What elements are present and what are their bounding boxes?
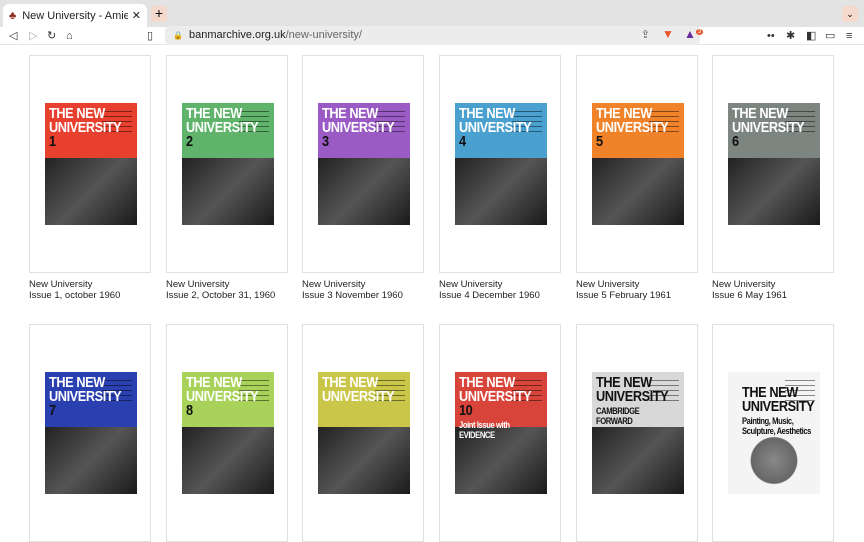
issue-cover-image[interactable]: THE NEW UNIVERSITY 5 bbox=[592, 103, 684, 225]
issue-name: New University bbox=[712, 279, 776, 290]
tab-list-chevron-icon[interactable]: ⌄ bbox=[842, 6, 858, 22]
tab-title: New University - Amiel Melburn bbox=[22, 9, 128, 22]
sidebar-icon[interactable]: ◧ bbox=[806, 28, 816, 44]
issue-cover-image[interactable]: THE NEW UNIVERSITY 1 bbox=[45, 103, 137, 225]
issue-date: Issue 2, October 31, 1960 bbox=[166, 290, 276, 301]
issue-card[interactable]: THE NEW UNIVERSITY 8 bbox=[166, 324, 288, 542]
cover-title: THE NEW UNIVERSITY Painting, Music, Scul… bbox=[742, 384, 815, 436]
cover-title: THE NEW UNIVERSITY 4 bbox=[459, 105, 532, 150]
extension-dots-icon[interactable]: •• bbox=[767, 28, 775, 44]
toolbar: ◁ ▷ ↻ ⌂ ▯ 🔒 banmarchive.org.uk/new-univer… bbox=[0, 26, 864, 45]
cover-title: THE NEW UNIVERSITY 2 bbox=[186, 105, 259, 150]
issue-card[interactable]: THE NEW UNIVERSITY 1 bbox=[29, 55, 151, 273]
issue-caption[interactable]: New University Issue 2, October 31, 1960 bbox=[166, 279, 275, 301]
home-icon[interactable]: ⌂ bbox=[66, 28, 73, 44]
issue-cover-image[interactable]: THE NEW UNIVERSITY 2 bbox=[182, 103, 274, 225]
site-favicon-icon: ♣ bbox=[9, 9, 17, 22]
issue-cover-image[interactable]: THE NEW UNIVERSITY 7 bbox=[45, 372, 137, 494]
issue-cover-image[interactable]: THE NEW UNIVERSITY 4 bbox=[455, 103, 547, 225]
issue-cover-image[interactable]: THE NEW UNIVERSITY 8 bbox=[182, 372, 274, 494]
issue-name: New University bbox=[302, 279, 366, 290]
brave-shields-icon[interactable]: ▼ bbox=[662, 27, 674, 41]
issue-card[interactable]: THE NEW UNIVERSITY 3 bbox=[302, 55, 424, 273]
issue-cover-image[interactable]: THE NEW UNIVERSITY 6 bbox=[728, 103, 820, 225]
brave-rewards-icon[interactable]: ▲ 3 bbox=[684, 27, 704, 41]
issue-date: Issue 1, october 1960 bbox=[29, 290, 121, 301]
issue-caption[interactable]: New University Issue 5 February 1961 bbox=[576, 279, 671, 301]
cover-photo bbox=[455, 157, 547, 225]
issue-cover-image[interactable]: THE NEW UNIVERSITY Painting, Music, Scul… bbox=[728, 372, 820, 494]
issue-caption[interactable]: New University Issue 4 December 1960 bbox=[439, 279, 540, 301]
extensions-puzzle-icon[interactable]: ✱ bbox=[786, 28, 795, 44]
issue-name: New University bbox=[166, 279, 230, 290]
back-icon[interactable]: ◁ bbox=[9, 28, 17, 44]
cover-photo bbox=[182, 157, 274, 225]
address-bar[interactable]: 🔒 banmarchive.org.uk/new-university/ ⇪ bbox=[165, 26, 700, 45]
issue-date: Issue 6 May 1961 bbox=[712, 290, 787, 301]
cover-photo bbox=[728, 426, 820, 494]
issue-caption[interactable]: New University Issue 6 May 1961 bbox=[712, 279, 787, 301]
issue-date: Issue 5 February 1961 bbox=[576, 290, 672, 301]
issue-cover-image[interactable]: THE NEW UNIVERSITY 10 Joint Issue with EV… bbox=[455, 372, 547, 494]
issue-date: Issue 4 December 1960 bbox=[439, 290, 540, 301]
issue-caption[interactable]: New University Issue 3 November 1960 bbox=[302, 279, 403, 301]
issue-card[interactable]: THE NEW UNIVERSITY CAMBRIDGE FORWARD bbox=[576, 324, 698, 542]
issue-cover-image[interactable]: THE NEW UNIVERSITY 3 bbox=[318, 103, 410, 225]
cover-photo bbox=[728, 157, 820, 225]
cover-photo bbox=[182, 426, 274, 494]
cover-title: THE NEW UNIVERSITY CAMBRIDGE FORWARD bbox=[596, 374, 669, 426]
issue-card[interactable]: THE NEW UNIVERSITY 6 bbox=[712, 55, 834, 273]
issue-card[interactable]: THE NEW UNIVERSITY bbox=[302, 324, 424, 542]
wallet-icon[interactable]: ▭ bbox=[825, 28, 835, 44]
issue-card[interactable]: THE NEW UNIVERSITY 5 bbox=[576, 55, 698, 273]
cover-photo bbox=[318, 157, 410, 225]
tab-new-university[interactable]: ♣ New University - Amiel Melburn ✕ bbox=[3, 4, 147, 27]
cover-photo bbox=[45, 426, 137, 494]
bookmark-icon[interactable]: ▯ bbox=[147, 28, 153, 44]
cover-photo bbox=[592, 426, 684, 494]
cover-photo bbox=[45, 157, 137, 225]
share-icon[interactable]: ⇪ bbox=[641, 26, 650, 45]
issue-cover-image[interactable]: THE NEW UNIVERSITY bbox=[318, 372, 410, 494]
issue-cover-image[interactable]: THE NEW UNIVERSITY CAMBRIDGE FORWARD bbox=[592, 372, 684, 494]
cover-title: THE NEW UNIVERSITY 7 bbox=[49, 374, 122, 419]
menu-icon[interactable]: ≡ bbox=[846, 28, 852, 44]
issue-name: New University bbox=[576, 279, 640, 290]
new-tab-button[interactable]: + bbox=[151, 6, 167, 22]
issue-grid: THE NEW UNIVERSITY 1 New University Issue … bbox=[0, 46, 864, 542]
issue-card[interactable]: THE NEW UNIVERSITY 4 bbox=[439, 55, 561, 273]
issue-card[interactable]: THE NEW UNIVERSITY Painting, Music, Scul… bbox=[712, 324, 834, 542]
issue-card[interactable]: THE NEW UNIVERSITY 10 Joint Issue with EV… bbox=[439, 324, 561, 542]
cover-title: THE NEW UNIVERSITY bbox=[322, 374, 395, 405]
cover-title: THE NEW UNIVERSITY 3 bbox=[322, 105, 395, 150]
reload-icon[interactable]: ↻ bbox=[47, 28, 56, 44]
tab-bar: ♣ New University - Amiel Melburn ✕ + ⌄ bbox=[0, 0, 864, 27]
cover-title: THE NEW UNIVERSITY 5 bbox=[596, 105, 669, 150]
cover-title: THE NEW UNIVERSITY 6 bbox=[732, 105, 805, 150]
close-tab-icon[interactable]: ✕ bbox=[132, 9, 141, 22]
issue-date: Issue 3 November 1960 bbox=[302, 290, 403, 301]
url-path: /new-university/ bbox=[285, 29, 362, 41]
cover-photo bbox=[592, 157, 684, 225]
issue-card[interactable]: THE NEW UNIVERSITY 7 bbox=[29, 324, 151, 542]
cover-title: THE NEW UNIVERSITY 1 bbox=[49, 105, 122, 150]
cover-photo bbox=[318, 426, 410, 494]
cover-title: THE NEW UNIVERSITY 10 Joint Issue with EV… bbox=[459, 374, 532, 440]
url-domain: banmarchive.org.uk bbox=[188, 29, 286, 41]
lock-icon: 🔒 bbox=[173, 31, 183, 40]
issue-caption[interactable]: New University Issue 1, october 1960 bbox=[29, 279, 120, 301]
cover-title: THE NEW UNIVERSITY 8 bbox=[186, 374, 259, 419]
rewards-badge: 3 bbox=[695, 29, 704, 35]
issue-name: New University bbox=[439, 279, 503, 290]
forward-icon[interactable]: ▷ bbox=[29, 28, 37, 44]
issue-name: New University bbox=[29, 279, 93, 290]
issue-card[interactable]: THE NEW UNIVERSITY 2 bbox=[166, 55, 288, 273]
